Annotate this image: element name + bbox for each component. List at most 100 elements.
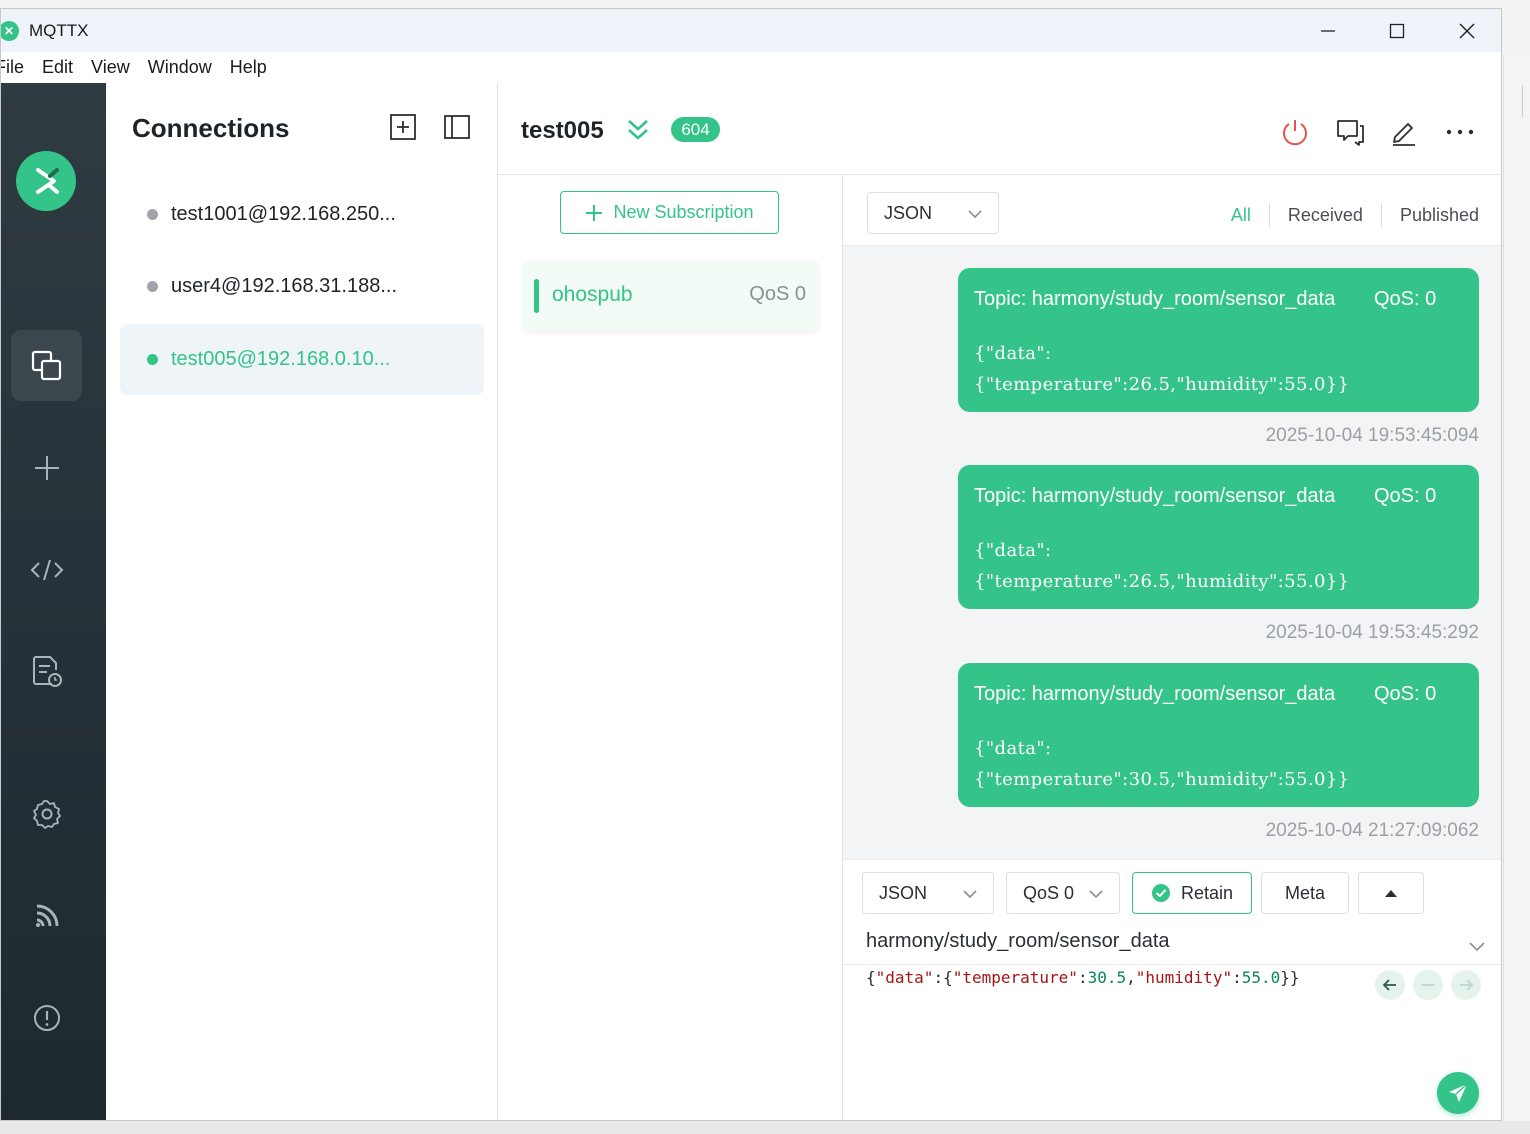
more-icon — [1446, 129, 1474, 135]
check-circle-icon — [1151, 884, 1170, 902]
payload-token: "data" — [875, 968, 934, 987]
code-icon — [30, 559, 63, 580]
filter-all[interactable]: All — [1213, 203, 1269, 227]
maximize-button[interactable] — [1374, 15, 1420, 47]
message-topic: Topic: harmony/study_room/sensor_data — [974, 485, 1336, 507]
payload-token: "humidity" — [1135, 968, 1233, 987]
window-title: MQTTX — [29, 21, 89, 40]
gear-icon — [32, 799, 61, 829]
publish-composer: JSON QoS 0 Retain Meta harmony/study_roo… — [843, 859, 1501, 1120]
published-message[interactable]: Topic: harmony/study_room/sensor_data Qo… — [958, 465, 1479, 609]
message-filter-tabs: All Received Published — [1213, 203, 1479, 227]
payload-line: {"temperature":26.5,"humidity":55.0}} — [974, 571, 1350, 592]
composer-topic-input[interactable]: harmony/study_room/sensor_data — [866, 930, 1170, 953]
composer-qos-value: QoS 0 — [1023, 882, 1075, 903]
connection-label: user4@192.168.31.188... — [171, 275, 398, 297]
payload-line: {"data": — [974, 540, 1052, 561]
history-next-button[interactable] — [1451, 970, 1481, 1000]
menu-view[interactable]: View — [91, 57, 130, 78]
send-button[interactable] — [1437, 1072, 1479, 1114]
retain-label: Retain — [1180, 882, 1234, 903]
add-square-icon — [390, 114, 416, 140]
subscription-qos: QoS 0 — [749, 283, 806, 305]
chat-windows-icon — [1337, 120, 1364, 146]
nav-about-button[interactable] — [11, 982, 82, 1053]
nav-connections-button[interactable] — [11, 330, 82, 401]
nav-new-connection-button[interactable] — [11, 432, 82, 503]
menu-help[interactable]: Help — [230, 57, 267, 78]
chevron-down-icon — [1089, 890, 1103, 899]
history-reset-button[interactable] — [1413, 970, 1443, 1000]
log-icon — [32, 655, 62, 687]
toggle-sidebar-button[interactable] — [443, 113, 471, 141]
composer-divider — [843, 964, 1501, 965]
payload-line: {"data": — [974, 738, 1052, 759]
collapse-button[interactable] — [626, 117, 650, 148]
message-payload: {"data": {"temperature":26.5,"humidity":… — [974, 535, 1350, 597]
arrow-left-icon — [1382, 979, 1396, 991]
topic-history-chevron-icon[interactable] — [1467, 936, 1487, 956]
nav-script-button[interactable] — [11, 534, 82, 605]
desktop-background-right — [1503, 55, 1530, 1121]
app-logo-icon: ✕ — [1, 21, 19, 41]
close-button[interactable] — [1444, 15, 1490, 47]
connection-label: test005@192.168.0.10... — [171, 348, 391, 370]
plus-icon — [586, 204, 603, 221]
composer-format-select[interactable]: JSON — [862, 872, 994, 914]
connection-header: test005 604 — [498, 83, 1501, 175]
maximize-icon — [1389, 23, 1405, 39]
close-icon — [1459, 23, 1475, 39]
payload-format-select[interactable]: JSON — [867, 192, 999, 234]
nav-subscriptions-button[interactable] — [11, 880, 82, 951]
connection-item-test1001[interactable]: test1001@192.168.250... — [120, 179, 484, 250]
more-options-button[interactable] — [1443, 115, 1477, 149]
payload-token: , — [1126, 968, 1136, 987]
retain-toggle[interactable]: Retain — [1132, 872, 1252, 914]
disconnect-button[interactable] — [1278, 115, 1312, 149]
minimize-button[interactable] — [1305, 15, 1351, 47]
connection-item-user4[interactable]: user4@192.168.31.188... — [120, 251, 484, 322]
menu-edit[interactable]: Edit — [42, 57, 73, 78]
published-message[interactable]: Topic: harmony/study_room/sensor_data Qo… — [958, 268, 1479, 412]
history-prev-button[interactable] — [1375, 970, 1405, 1000]
published-message[interactable]: Topic: harmony/study_room/sensor_data Qo… — [958, 663, 1479, 807]
connections-icon — [31, 350, 61, 380]
minus-icon — [1422, 984, 1434, 986]
composer-payload-editor[interactable]: {"data":{"temperature":30.5,"humidity":5… — [866, 968, 1300, 987]
menu-bar: File Edit View Window Help — [1, 52, 1501, 83]
meta-label: Meta — [1284, 882, 1326, 903]
connection-label: test1001@192.168.250... — [171, 203, 396, 225]
payload-token: : — [1077, 968, 1088, 987]
payload-line: {"temperature":30.5,"humidity":55.0}} — [974, 769, 1350, 790]
new-window-button[interactable] — [1333, 115, 1367, 149]
message-qos: QoS: 0 — [1374, 485, 1437, 507]
message-time: 2025-10-04 19:53:45:094 — [1265, 425, 1479, 446]
filter-published[interactable]: Published — [1380, 203, 1479, 227]
messages-toolbar: JSON All Received Published — [843, 175, 1501, 246]
minimize-icon — [1321, 30, 1335, 32]
menu-file[interactable]: File — [1, 57, 24, 78]
message-qos: QoS: 0 — [1374, 288, 1437, 310]
payload-token: :{ — [933, 968, 953, 987]
double-chevron-down-icon — [628, 120, 648, 140]
nav-log-button[interactable] — [11, 636, 82, 707]
payload-token: : — [1232, 968, 1242, 987]
chevron-down-icon — [963, 890, 977, 899]
payload-token: }} — [1280, 968, 1300, 987]
composer-qos-select[interactable]: QoS 0 — [1006, 872, 1120, 914]
edit-connection-button[interactable] — [1387, 115, 1421, 149]
filter-received[interactable]: Received — [1268, 203, 1381, 227]
expand-composer-button[interactable] — [1358, 872, 1424, 914]
meta-button[interactable]: Meta — [1261, 872, 1349, 914]
new-subscription-label: New Subscription — [613, 202, 754, 222]
new-connection-button[interactable] — [389, 113, 417, 141]
new-subscription-button[interactable]: New Subscription — [560, 191, 779, 234]
subscription-item[interactable]: ohospub QoS 0 — [523, 261, 819, 331]
nav-settings-button[interactable] — [11, 778, 82, 849]
connection-item-test005[interactable]: test005@192.168.0.10... — [120, 324, 484, 395]
edit-icon — [1393, 123, 1415, 146]
caret-up-icon — [1385, 890, 1397, 897]
payload-token: "temperature" — [952, 968, 1078, 987]
payload-token: 30.5 — [1087, 968, 1127, 987]
menu-window[interactable]: Window — [148, 57, 212, 78]
